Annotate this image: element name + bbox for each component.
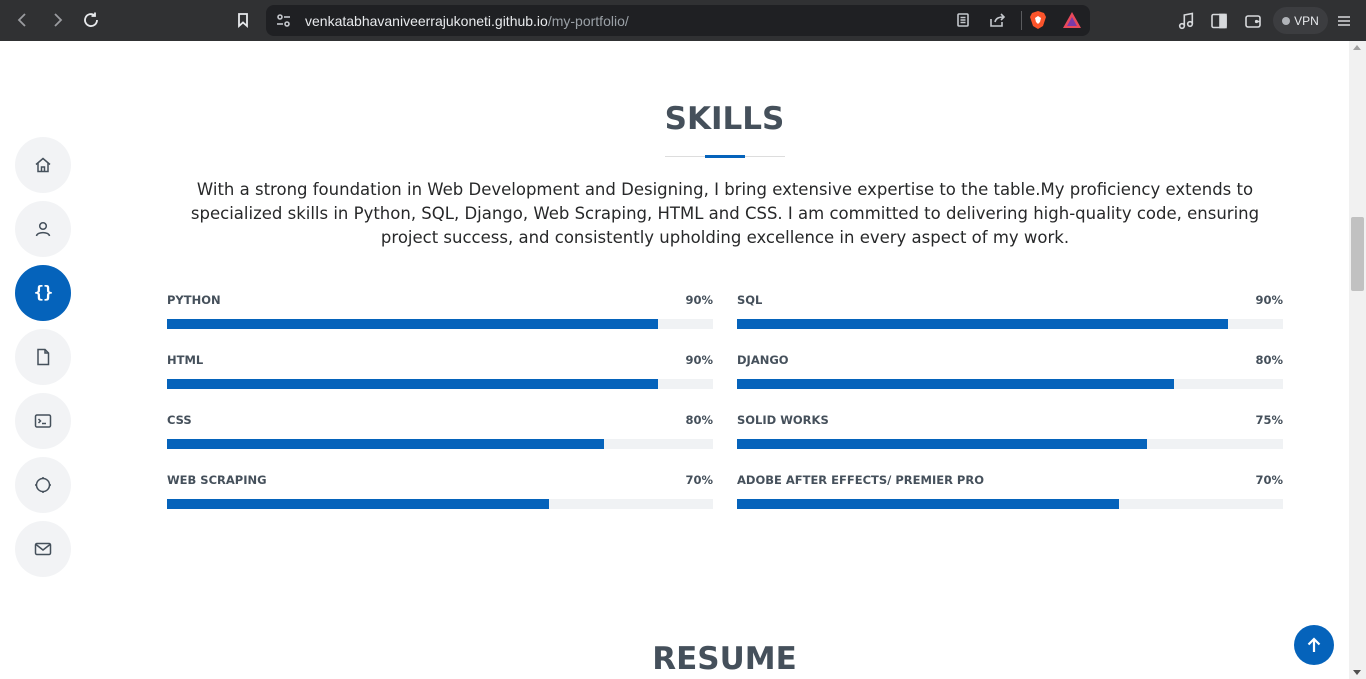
side-navigation: {} bbox=[15, 137, 71, 577]
skill-label: PYTHON bbox=[167, 293, 221, 307]
url-path: /my-portfolio/ bbox=[547, 12, 629, 29]
progress-fill bbox=[737, 379, 1174, 389]
progress-fill bbox=[737, 499, 1120, 509]
progress-track bbox=[167, 379, 713, 389]
progress-track bbox=[737, 439, 1283, 449]
music-note-icon bbox=[1178, 12, 1194, 30]
progress-fill bbox=[737, 439, 1147, 449]
nav-about[interactable] bbox=[15, 201, 71, 257]
skill-label: CSS bbox=[167, 413, 192, 427]
progress-fill bbox=[737, 319, 1229, 329]
resume-title: RESUME bbox=[652, 641, 797, 677]
hamburger-menu-icon bbox=[1338, 16, 1350, 26]
skill-label: ADOBE AFTER EFFECTS/ PREMIER PRO bbox=[737, 473, 984, 487]
nav-services[interactable] bbox=[15, 457, 71, 513]
circle-icon bbox=[35, 477, 51, 493]
skill-value: 80% bbox=[685, 413, 713, 427]
nav-home[interactable] bbox=[15, 137, 71, 193]
scroll-down-arrow-icon[interactable] bbox=[1353, 670, 1361, 675]
scrollbar-thumb[interactable] bbox=[1351, 217, 1364, 291]
chevron-left-icon bbox=[17, 13, 26, 27]
back-button[interactable] bbox=[6, 3, 40, 37]
skill-label: SQL bbox=[737, 293, 763, 307]
progress-track bbox=[167, 439, 713, 449]
wallet-icon bbox=[1245, 15, 1261, 28]
person-icon bbox=[35, 221, 51, 237]
skill-value: 70% bbox=[685, 473, 713, 487]
media-button[interactable] bbox=[1174, 9, 1198, 33]
site-settings-icon[interactable] bbox=[276, 13, 291, 28]
bookmark-icon bbox=[238, 13, 248, 28]
title-divider-accent bbox=[705, 155, 745, 158]
skills-intro: With a strong foundation in Web Developm… bbox=[190, 180, 1260, 247]
page-viewport: {} SKILLS With a strong foundation in We… bbox=[0, 41, 1349, 679]
skill-value: 75% bbox=[1255, 413, 1283, 427]
home-icon bbox=[35, 157, 51, 173]
progress-fill bbox=[167, 319, 659, 329]
nav-skills[interactable]: {} bbox=[15, 265, 71, 321]
page-scrollbar[interactable] bbox=[1349, 41, 1366, 679]
skill-value: 80% bbox=[1255, 353, 1283, 367]
progress-track bbox=[737, 499, 1283, 509]
scroll-up-arrow-icon[interactable] bbox=[1353, 45, 1361, 50]
address-bar[interactable]: venkatabhavaniveerrajukoneti.github.io/m… bbox=[266, 5, 1090, 36]
reload-icon bbox=[84, 12, 98, 27]
arrow-up-icon bbox=[1307, 637, 1321, 652]
skill-value: 90% bbox=[685, 353, 713, 367]
terminal-icon bbox=[34, 414, 52, 428]
reader-mode-icon[interactable] bbox=[955, 12, 971, 28]
nav-resume[interactable] bbox=[15, 329, 71, 385]
nav-portfolio[interactable] bbox=[15, 393, 71, 449]
skill-label: HTML bbox=[167, 353, 204, 367]
bookmark-button[interactable] bbox=[226, 3, 260, 37]
url-text[interactable]: venkatabhavaniveerrajukoneti.github.io/m… bbox=[305, 13, 629, 29]
envelope-icon bbox=[34, 542, 52, 556]
progress-track bbox=[167, 499, 713, 509]
skill-label: DJANGO bbox=[737, 353, 789, 367]
progress-track bbox=[737, 379, 1283, 389]
skill-value: 70% bbox=[1255, 473, 1283, 487]
url-host: venkatabhavaniveerrajukoneti.github.io bbox=[305, 12, 548, 29]
back-to-top-button[interactable] bbox=[1294, 625, 1334, 665]
menu-button[interactable] bbox=[1332, 9, 1356, 33]
browser-toolbar: venkatabhavaniveerrajukoneti.github.io/m… bbox=[0, 0, 1366, 41]
braces-icon: {} bbox=[33, 283, 54, 303]
progress-track bbox=[167, 319, 713, 329]
brave-shields-icon[interactable] bbox=[1029, 10, 1047, 30]
skill-value: 90% bbox=[685, 293, 713, 307]
share-icon[interactable] bbox=[989, 12, 1006, 28]
brave-rewards-icon[interactable] bbox=[1062, 11, 1082, 29]
vpn-status-icon bbox=[1282, 16, 1291, 25]
wallet-button[interactable] bbox=[1241, 9, 1265, 33]
skill-label: WEB SCRAPING bbox=[167, 473, 267, 487]
sidebar-toggle-button[interactable] bbox=[1207, 9, 1231, 33]
vpn-button[interactable]: VPN bbox=[1273, 7, 1328, 34]
forward-button[interactable] bbox=[40, 3, 74, 37]
nav-contact[interactable] bbox=[15, 521, 71, 577]
progress-fill bbox=[167, 439, 604, 449]
skill-value: 90% bbox=[1255, 293, 1283, 307]
file-icon bbox=[37, 348, 50, 366]
title-divider bbox=[665, 155, 785, 158]
skills-title: SKILLS bbox=[664, 101, 785, 137]
chevron-right-icon bbox=[54, 13, 63, 27]
toolbar-divider bbox=[1021, 11, 1022, 30]
progress-fill bbox=[167, 499, 550, 509]
sidebar-icon bbox=[1211, 13, 1227, 29]
skill-label: SOLID WORKS bbox=[737, 413, 829, 427]
progress-fill bbox=[167, 379, 659, 389]
reload-button[interactable] bbox=[74, 3, 108, 37]
vpn-label: VPN bbox=[1294, 13, 1319, 28]
progress-track bbox=[737, 319, 1283, 329]
